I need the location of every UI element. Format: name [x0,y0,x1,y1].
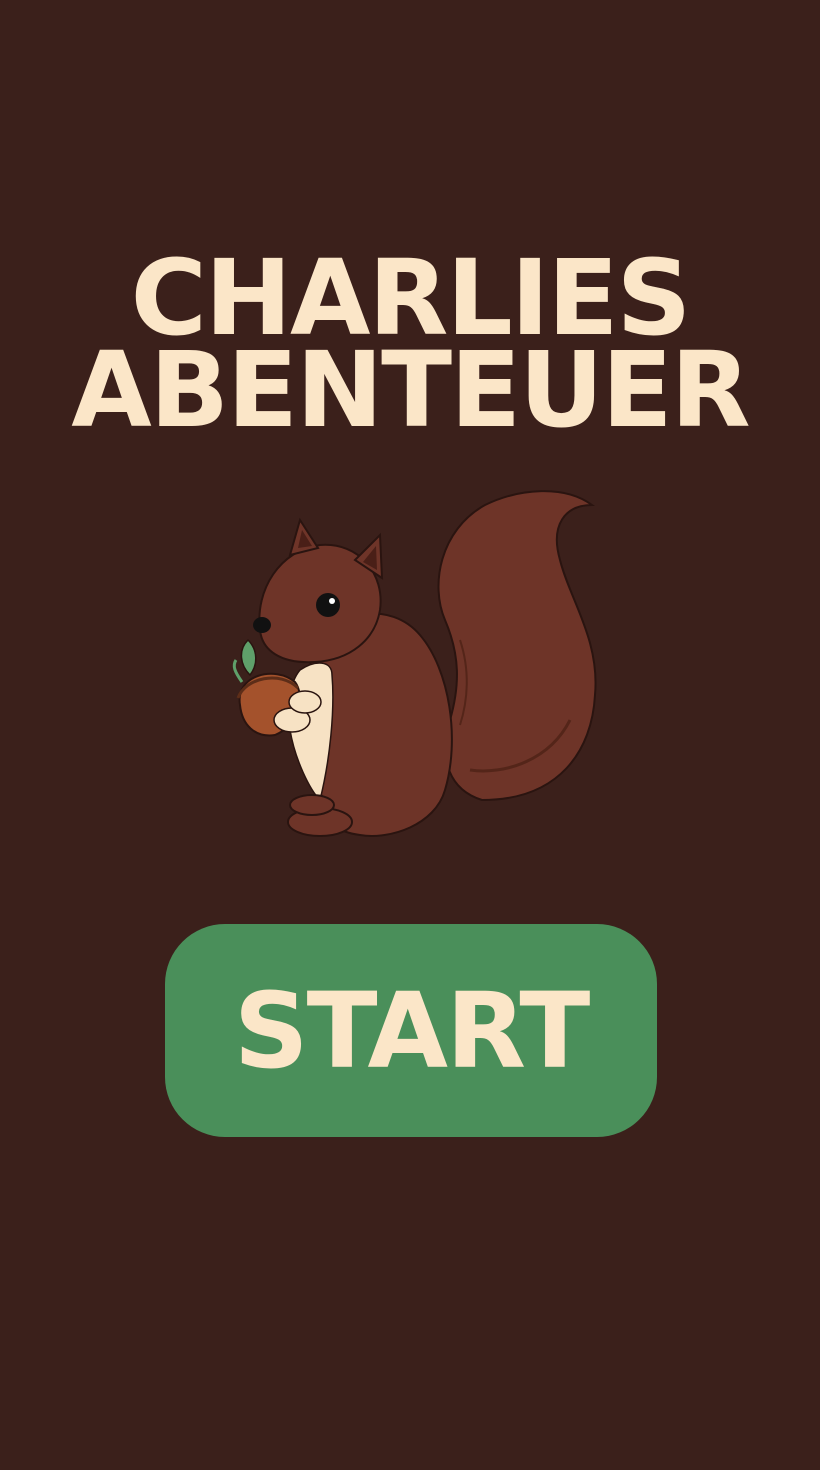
squirrel-eye [316,593,340,617]
squirrel-holding-acorn-icon [232,490,597,837]
game-title: CHARLIES ABENTEUER [0,246,820,451]
game-title-line-2: ABENTEUER [71,329,750,451]
squirrel-nose [253,617,271,633]
leaf-icon [240,638,257,677]
title-screen: CHARLIES ABENTEUER START [0,0,820,1470]
start-button[interactable]: START [165,924,657,1137]
